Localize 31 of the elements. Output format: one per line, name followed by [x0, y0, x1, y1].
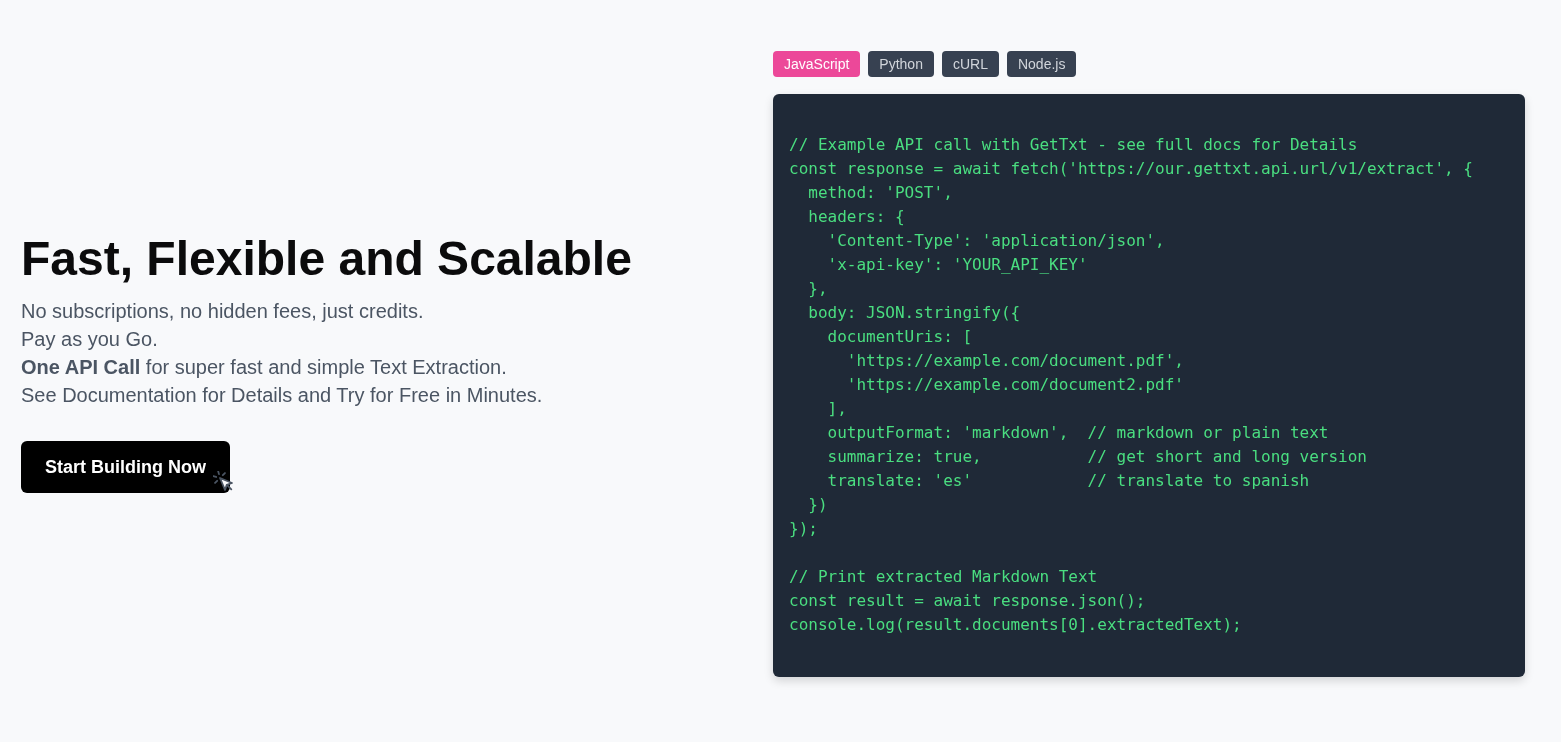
code-line: 'https://example.com/document2.pdf' — [845, 374, 1184, 396]
code-line: console.log(result.documents[0].extractedText); — [789, 614, 1242, 636]
code-line: outputFormat: 'markdown', // markdown or plain text — [826, 422, 1329, 444]
code-line: 'https://example.com/document.pdf', — [845, 350, 1184, 372]
code-line: translate: 'es' // translate to spanish — [826, 470, 1310, 492]
code-line: summarize: true, // get short and long version — [826, 446, 1367, 468]
description-text: See Documentation for Details and Try for Free in Minutes. — [21, 383, 543, 408]
code-line: // Print extracted Markdown Text — [789, 566, 1098, 588]
description-text: No subscriptions, no hidden fees, just credits. — [21, 299, 424, 324]
code-line: body: JSON.stringify({ — [807, 302, 1021, 324]
language-tab[interactable]: JavaScript — [773, 51, 861, 77]
pointer-click-cursor-icon — [213, 471, 233, 491]
code-line: // Example API call with GetTxt - see full docs for Details — [789, 134, 1358, 156]
code-line: }) — [807, 494, 828, 516]
code-line: documentUris: [ — [826, 326, 973, 348]
code-line: 'Content-Type': 'application/json', — [826, 230, 1165, 252]
start-building-button[interactable]: Start Building Now — [21, 441, 230, 493]
code-line: headers: { — [807, 206, 905, 228]
language-tab[interactable]: Python — [868, 51, 934, 77]
code-line: }); — [789, 518, 818, 540]
language-tab[interactable]: Node.js — [1006, 51, 1077, 77]
hero-title: Fast, Flexible and Scalable — [21, 235, 632, 283]
code-line: }, — [807, 278, 828, 300]
code-line: method: 'POST', — [807, 182, 953, 204]
language-tab[interactable]: cURL — [941, 51, 999, 77]
description-text: Pay as you Go. — [21, 327, 158, 352]
code-line: const response = await fetch('https://our.gettxt.api.url/v1/extract', { — [789, 158, 1473, 180]
code-line: const result = await response.json(); — [789, 590, 1146, 612]
description-text: One API Call for super fast and simple Text Extraction. — [21, 355, 507, 380]
code-line: 'x-api-key': 'YOUR_API_KEY' — [826, 254, 1088, 276]
code-line: ], — [826, 398, 847, 420]
